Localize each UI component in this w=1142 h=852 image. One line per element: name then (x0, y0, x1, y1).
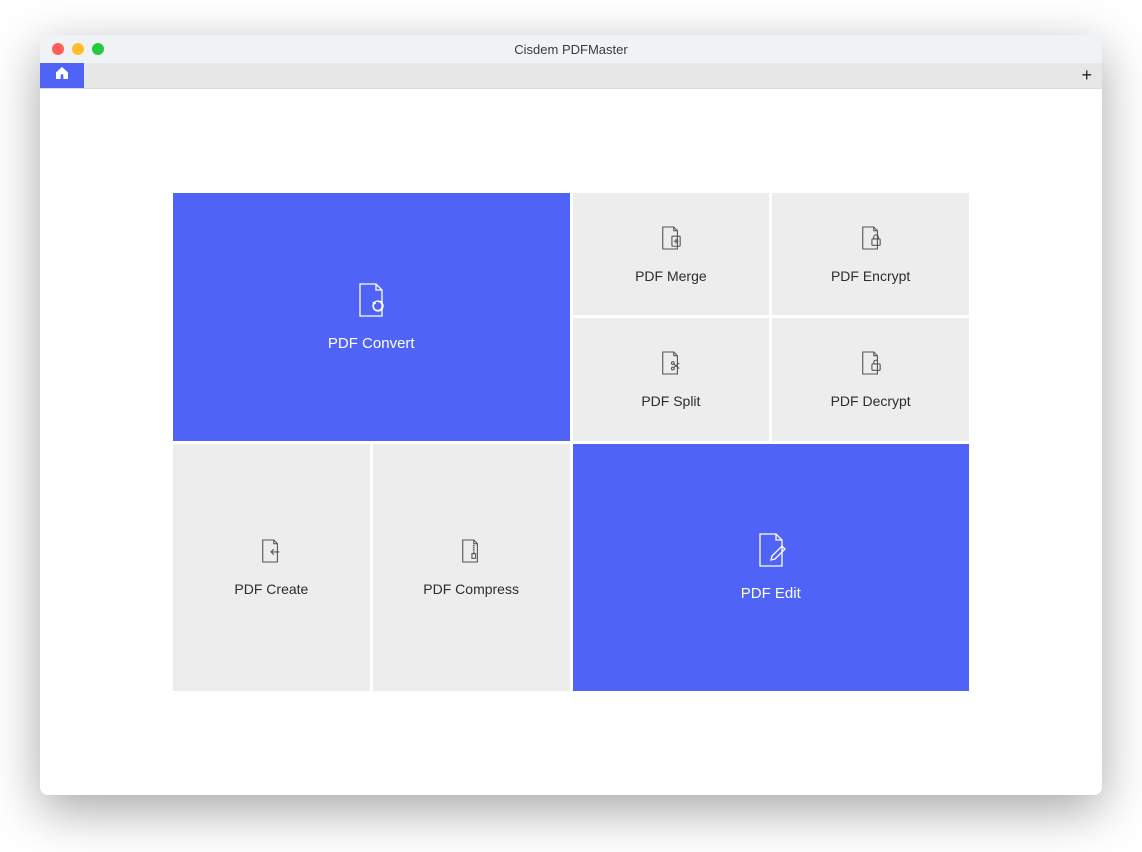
add-tab-button[interactable]: + (1081, 63, 1092, 88)
pdf-decrypt-label: PDF Decrypt (831, 393, 911, 409)
pdf-edit-icon (756, 532, 786, 571)
plus-icon: + (1081, 65, 1092, 86)
pdf-edit-tile[interactable]: PDF Edit (573, 444, 970, 692)
pdf-split-icon (660, 350, 682, 379)
pdf-compress-label: PDF Compress (423, 581, 519, 597)
pdf-merge-label: PDF Merge (635, 268, 707, 284)
pdf-compress-tile[interactable]: PDF Compress (373, 444, 570, 692)
tab-bar: + (40, 63, 1102, 89)
pdf-encrypt-icon (860, 225, 882, 254)
pdf-split-tile[interactable]: PDF Split (573, 318, 770, 440)
pdf-create-label: PDF Create (234, 581, 308, 597)
pdf-create-tile[interactable]: PDF Create (173, 444, 370, 692)
window-title: Cisdem PDFMaster (40, 42, 1102, 57)
pdf-convert-icon (356, 282, 386, 321)
pdf-convert-tile[interactable]: PDF Convert (173, 193, 570, 441)
app-window: Cisdem PDFMaster + (40, 35, 1102, 795)
titlebar: Cisdem PDFMaster (40, 35, 1102, 63)
window-controls (40, 43, 104, 55)
pdf-merge-icon (660, 225, 682, 254)
home-tab[interactable] (40, 63, 84, 88)
close-window-button[interactable] (52, 43, 64, 55)
main-content: PDF Convert PDF Merge (40, 89, 1102, 795)
pdf-merge-tile[interactable]: PDF Merge (573, 193, 770, 315)
home-icon (54, 65, 70, 86)
tools-grid: PDF Convert PDF Merge (173, 193, 969, 691)
maximize-window-button[interactable] (92, 43, 104, 55)
pdf-encrypt-tile[interactable]: PDF Encrypt (772, 193, 969, 315)
pdf-decrypt-tile[interactable]: PDF Decrypt (772, 318, 969, 440)
pdf-compress-icon (460, 538, 482, 567)
pdf-edit-label: PDF Edit (741, 585, 801, 602)
pdf-encrypt-label: PDF Encrypt (831, 268, 910, 284)
pdf-convert-label: PDF Convert (328, 335, 415, 352)
pdf-split-label: PDF Split (641, 393, 700, 409)
minimize-window-button[interactable] (72, 43, 84, 55)
pdf-decrypt-icon (860, 350, 882, 379)
pdf-create-icon (260, 538, 282, 567)
